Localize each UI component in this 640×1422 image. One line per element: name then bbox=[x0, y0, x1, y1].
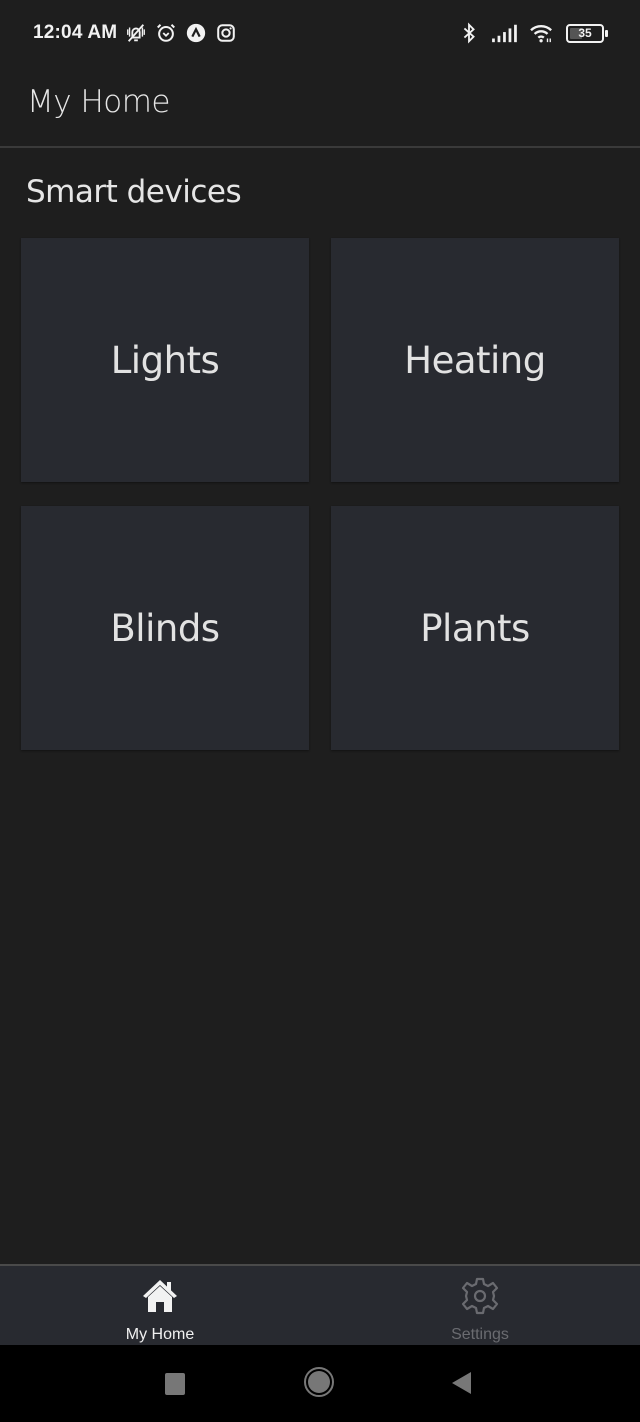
recents-button[interactable] bbox=[165, 1373, 185, 1395]
nav-tab-settings[interactable]: Settings bbox=[320, 1266, 640, 1347]
home-circle-icon bbox=[308, 1371, 330, 1393]
battery-icon: 35 bbox=[566, 23, 608, 43]
device-tile-plants[interactable]: Plants bbox=[331, 506, 619, 750]
status-right: 35 bbox=[458, 22, 608, 44]
system-home-button[interactable] bbox=[304, 1367, 334, 1397]
bluetooth-icon bbox=[463, 22, 475, 44]
device-tile-label: Heating bbox=[404, 338, 546, 382]
battery-level: 35 bbox=[578, 25, 592, 40]
app-header: My Home bbox=[0, 70, 640, 148]
status-time: 12:04 AM bbox=[33, 22, 118, 43]
wifi-icon bbox=[530, 25, 552, 43]
app-notification-icon bbox=[187, 23, 206, 43]
alarm-icon bbox=[157, 24, 176, 42]
nav-tab-my-home[interactable]: My Home bbox=[0, 1266, 320, 1347]
back-button[interactable] bbox=[452, 1372, 471, 1394]
device-tile-lights[interactable]: Lights bbox=[21, 238, 309, 482]
status-left: 12:04 AM bbox=[33, 22, 237, 44]
device-tile-label: Plants bbox=[420, 606, 530, 650]
gear-icon bbox=[461, 1277, 499, 1315]
instagram-icon bbox=[217, 24, 236, 42]
system-navigation-bar bbox=[0, 1345, 640, 1422]
signal-icon bbox=[492, 24, 517, 43]
bottom-nav: My Home Settings bbox=[0, 1264, 640, 1347]
nav-tab-label: Settings bbox=[451, 1326, 509, 1343]
device-tile-label: Lights bbox=[110, 338, 220, 382]
device-tile-label: Blinds bbox=[110, 606, 220, 650]
vibrate-silent-icon bbox=[127, 24, 146, 42]
section-title: Smart devices bbox=[26, 174, 242, 210]
home-icon bbox=[143, 1280, 177, 1312]
device-tile-heating[interactable]: Heating bbox=[331, 238, 619, 482]
nav-tab-label: My Home bbox=[125, 1326, 195, 1343]
page-title: My Home bbox=[27, 84, 171, 120]
status-bar: 12:04 AM 35 bbox=[0, 0, 640, 70]
device-tile-blinds[interactable]: Blinds bbox=[21, 506, 309, 750]
